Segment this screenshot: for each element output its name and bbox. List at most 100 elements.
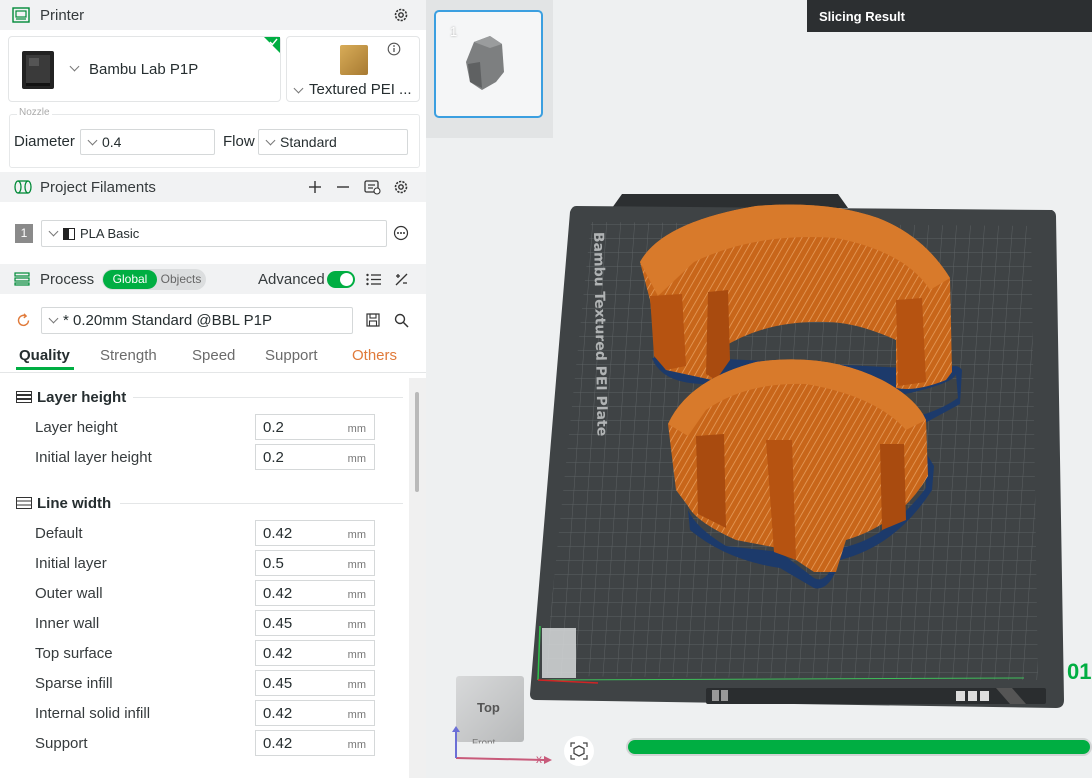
section-line-width: Line width [16, 493, 406, 513]
param-input[interactable]: 0.42 mm [255, 730, 375, 756]
settings-sidebar: Printer Bambu Lab P1P Textured PEI ... N… [0, 0, 426, 778]
filament-icon [14, 180, 32, 194]
printer-header: Printer [0, 0, 426, 30]
printer-title: Printer [40, 6, 85, 24]
diameter-value: 0.4 [102, 134, 122, 150]
nav-cube-top-label: Top [477, 700, 500, 715]
param-row: Support 0.42 mm [0, 728, 405, 758]
section-title: Line width [37, 494, 112, 512]
check-icon [269, 38, 278, 46]
scrollbar-thumb[interactable] [415, 392, 419, 492]
printer-icon [12, 7, 30, 23]
layer-number: 01 [1067, 659, 1092, 684]
nozzle-legend: Nozzle [17, 107, 52, 118]
tab-support[interactable]: Support [265, 347, 318, 364]
flow-label: Flow [223, 133, 255, 150]
param-row: Default 0.42 mm [0, 518, 405, 548]
build-plate-scene[interactable]: Bambu Textured PEI Plate [426, 0, 1092, 778]
more-options-icon[interactable] [393, 225, 409, 241]
search-icon[interactable] [393, 312, 409, 328]
process-preset-value: * 0.20mm Standard @BBL P1P [63, 312, 272, 329]
param-input[interactable]: 0.42 mm [255, 640, 375, 666]
filament-swatch-icon [63, 227, 75, 240]
param-label: Top surface [35, 645, 113, 662]
param-row: Top surface 0.42 mm [0, 638, 405, 668]
flow-select[interactable]: Standard [258, 129, 408, 155]
printer-card[interactable]: Bambu Lab P1P [8, 36, 281, 102]
printer-thumbnail [16, 49, 60, 91]
param-row: Outer wall 0.42 mm [0, 578, 405, 608]
reset-preset-icon[interactable] [15, 312, 31, 328]
scrollbar-track[interactable] [409, 378, 426, 778]
global-objects-toggle[interactable]: Global Objects [102, 269, 206, 290]
process-title: Process [40, 270, 95, 288]
camera-cube-icon [570, 742, 588, 760]
plus-icon[interactable] [307, 179, 323, 195]
param-input[interactable]: 0.45 mm [255, 670, 375, 696]
sync-ams-icon[interactable] [363, 178, 381, 196]
param-label: Sparse infill [35, 675, 113, 692]
plate-card[interactable]: Textured PEI ... [286, 36, 420, 102]
process-icon [14, 272, 30, 286]
section-title: Layer height [37, 388, 127, 406]
plate-thumbnail [340, 45, 368, 75]
toggle-global[interactable]: Global [103, 270, 157, 289]
diameter-select[interactable]: 0.4 [80, 129, 215, 155]
param-row: Layer height 0.2 mm [0, 412, 405, 442]
tab-strength[interactable]: Strength [100, 347, 157, 364]
advanced-switch[interactable] [327, 271, 355, 288]
filaments-header: Project Filaments [0, 172, 426, 202]
param-label: Initial layer height [35, 449, 152, 466]
section-layer-height: Layer height [16, 387, 406, 407]
plate-label-strip [706, 688, 1046, 704]
tab-speed[interactable]: Speed [192, 347, 235, 364]
3d-viewport[interactable]: 1 Slicing Result Bambu Textured PEI Plat… [426, 0, 1092, 778]
process-preset-select[interactable]: * 0.20mm Standard @BBL P1P [41, 307, 353, 334]
param-row: Inner wall 0.45 mm [0, 608, 405, 638]
info-icon[interactable] [387, 42, 401, 56]
tab-quality[interactable]: Quality [19, 347, 70, 364]
filament-name: PLA Basic [80, 226, 140, 241]
camera-view-button[interactable] [564, 736, 594, 766]
gear-icon[interactable] [393, 7, 409, 23]
process-header: Process Global Objects Advanced [0, 264, 426, 294]
printer-model: Bambu Lab P1P [89, 61, 199, 78]
advanced-label: Advanced [258, 271, 325, 288]
filament-settings-gear-icon[interactable] [393, 179, 409, 195]
filament-select[interactable]: PLA Basic [41, 220, 387, 247]
param-label: Internal solid infill [35, 705, 151, 722]
param-label: Layer height [35, 419, 118, 436]
slicing-progress-fill [628, 740, 1090, 754]
param-label: Initial layer [35, 555, 107, 572]
tab-others[interactable]: Others [352, 347, 397, 364]
flow-value: Standard [280, 134, 337, 150]
save-icon[interactable] [365, 312, 380, 327]
param-row: Initial layer 0.5 mm [0, 548, 405, 578]
diameter-label: Diameter [14, 133, 75, 150]
minus-icon[interactable] [335, 179, 351, 195]
param-row: Internal solid infill 0.42 mm [0, 698, 405, 728]
tab-active-indicator [16, 367, 74, 370]
tabs-divider [0, 372, 426, 373]
param-input[interactable]: 0.2 mm [255, 414, 375, 440]
origin-marker [542, 628, 576, 678]
param-input[interactable]: 0.45 mm [255, 610, 375, 636]
param-input[interactable]: 0.2 mm [255, 444, 375, 470]
param-input[interactable]: 0.5 mm [255, 550, 375, 576]
param-input[interactable]: 0.42 mm [255, 580, 375, 606]
plate-name: Textured PEI ... [309, 81, 412, 98]
filaments-title: Project Filaments [40, 178, 156, 196]
param-label: Outer wall [35, 585, 103, 602]
param-input[interactable]: 0.42 mm [255, 520, 375, 546]
slicing-progress-bar [626, 738, 1092, 756]
param-label: Default [35, 525, 83, 542]
filament-index-badge[interactable]: 1 [15, 224, 33, 243]
toggle-objects[interactable]: Objects [157, 270, 205, 289]
param-input[interactable]: 0.42 mm [255, 700, 375, 726]
compare-icon[interactable] [393, 271, 409, 287]
axis-x-label: x [536, 752, 542, 766]
param-label: Inner wall [35, 615, 100, 632]
line-width-icon [16, 497, 32, 509]
layer-height-icon [16, 391, 32, 403]
list-view-icon[interactable] [365, 272, 381, 286]
